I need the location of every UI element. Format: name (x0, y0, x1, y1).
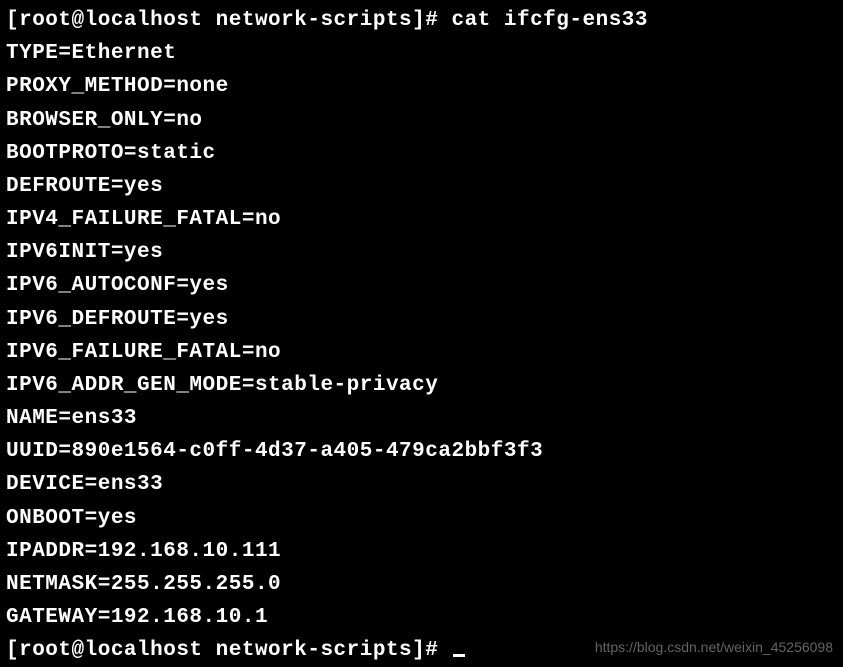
config-line: UUID=890e1564-c0ff-4d37-a405-479ca2bbf3f… (6, 435, 837, 468)
config-line: IPV6_ADDR_GEN_MODE=stable-privacy (6, 369, 837, 402)
config-line: IPV6_FAILURE_FATAL=no (6, 336, 837, 369)
config-line: BROWSER_ONLY=no (6, 104, 837, 137)
config-line: PROXY_METHOD=none (6, 70, 837, 103)
terminal-window[interactable]: [root@localhost network-scripts]# cat if… (6, 4, 837, 667)
config-line: ONBOOT=yes (6, 502, 837, 535)
config-line: IPV4_FAILURE_FATAL=no (6, 203, 837, 236)
config-line: BOOTPROTO=static (6, 137, 837, 170)
config-line: NETMASK=255.255.255.0 (6, 568, 837, 601)
config-line: DEVICE=ens33 (6, 468, 837, 501)
config-line: IPADDR=192.168.10.111 (6, 535, 837, 568)
config-line: TYPE=Ethernet (6, 37, 837, 70)
cursor-icon (453, 654, 465, 657)
config-line: IPV6INIT=yes (6, 236, 837, 269)
config-line: GATEWAY=192.168.10.1 (6, 601, 837, 634)
config-line: DEFROUTE=yes (6, 170, 837, 203)
config-line: IPV6_AUTOCONF=yes (6, 269, 837, 302)
watermark-text: https://blog.csdn.net/weixin_45256098 (595, 636, 833, 658)
config-line: IPV6_DEFROUTE=yes (6, 303, 837, 336)
command-prompt-line: [root@localhost network-scripts]# cat if… (6, 4, 837, 37)
config-line: NAME=ens33 (6, 402, 837, 435)
prompt-text: [root@localhost network-scripts]# (6, 639, 451, 662)
